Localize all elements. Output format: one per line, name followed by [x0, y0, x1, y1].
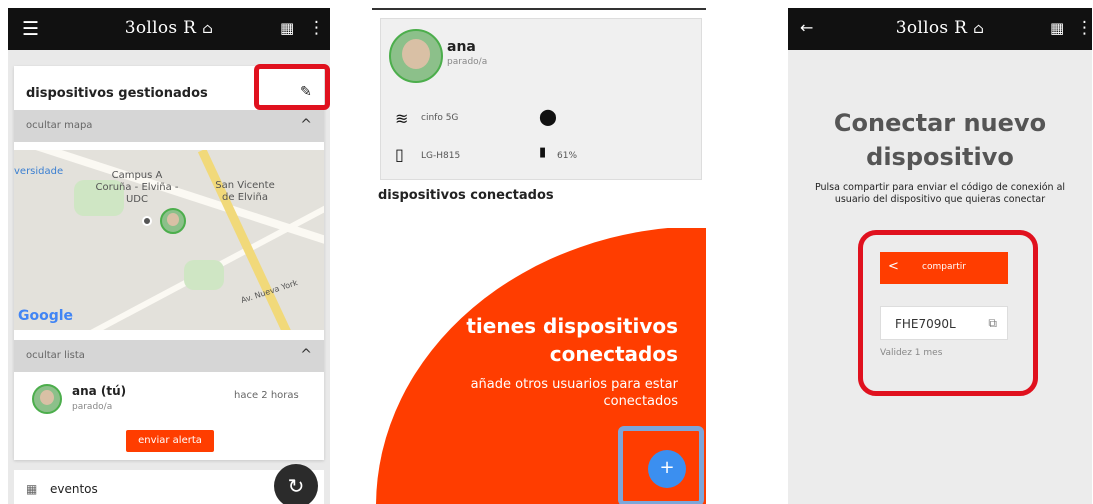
home-icon[interactable]: ⌂	[202, 21, 213, 37]
map-pin-icon	[142, 216, 152, 226]
calendar-icon: ▦	[26, 482, 38, 496]
empty-state-subtitle: añade otros usuarios para estar conectad…	[470, 377, 678, 409]
chevron-up-icon: ^	[300, 117, 312, 133]
app-title-text: 3ollos R	[895, 18, 968, 38]
avatar	[32, 384, 62, 414]
map-view[interactable]: versidade Campus A Coruña - Elviña - UDC…	[14, 150, 324, 330]
hide-map-label: ocultar mapa	[26, 120, 93, 131]
map-park	[184, 260, 224, 290]
calendar-icon[interactable]: ▦	[1050, 19, 1064, 37]
connect-description: Pulsa compartir para enviar el código de…	[814, 182, 1066, 205]
battery-icon: ▮	[539, 145, 547, 160]
list-item[interactable]: ana (tú) parado/a hace 2 horas	[14, 378, 324, 422]
location-pin-icon[interactable]: ⬤	[539, 107, 557, 126]
edit-highlight	[254, 64, 330, 110]
share-highlight	[858, 230, 1038, 396]
map-user-avatar[interactable]	[160, 208, 186, 234]
phone-icon: ▯	[395, 145, 404, 164]
person-status: parado/a	[72, 402, 113, 412]
managed-devices-card: dispositivos gestionados ✎ ocultar mapa …	[14, 66, 324, 460]
more-vert-icon[interactable]: ⋮	[308, 18, 325, 38]
home-icon[interactable]: ⌂	[973, 21, 984, 37]
refresh-icon[interactable]: ↻	[274, 464, 318, 504]
send-alert-button[interactable]: enviar alerta	[126, 430, 214, 452]
last-seen-time: hace 2 horas	[234, 390, 299, 401]
wifi-name: cinfo 5G	[421, 113, 459, 123]
app-bar: ← 3ollos R ⌂ ▦ ⋮	[788, 8, 1092, 50]
avatar[interactable]	[389, 29, 443, 83]
connected-devices-screen: ana parado/a ≋ cinfo 5G ⬤ ▯ LG-H815 ▮ 61…	[372, 8, 706, 504]
more-vert-icon[interactable]: ⋮	[1076, 18, 1092, 38]
map-label: Campus A Coruña - Elviña - UDC	[95, 170, 179, 205]
connect-device-screen: ← 3ollos R ⌂ ▦ ⋮ Conectar nuevo dispositi…	[788, 8, 1092, 504]
profile-name: ana	[447, 39, 476, 55]
app-title: 3ollos R ⌂	[788, 18, 1092, 38]
hide-list-label: ocultar lista	[26, 350, 85, 361]
google-logo: Google	[18, 308, 74, 324]
add-highlight	[618, 426, 704, 504]
page-title: Conectar nuevo dispositivo	[833, 109, 1047, 171]
profile-status: parado/a	[447, 57, 488, 67]
profile-card: ana parado/a ≋ cinfo 5G ⬤ ▯ LG-H815 ▮ 61…	[380, 18, 702, 180]
chevron-up-icon: ^	[300, 347, 312, 363]
events-label: eventos	[50, 482, 98, 496]
card-title: dispositivos gestionados	[26, 86, 208, 101]
empty-state-title: tienes dispositivos conectados	[466, 314, 678, 366]
hide-list-bar[interactable]: ocultar lista ^	[14, 340, 324, 372]
device-model: LG-H815	[421, 151, 461, 161]
person-name: ana (tú)	[72, 384, 127, 398]
app-title-text: 3ollos R	[124, 18, 197, 38]
connected-devices-title: dispositivos conectados	[378, 188, 554, 203]
hide-map-bar[interactable]: ocultar mapa ^	[14, 110, 324, 142]
map-label: versidade	[14, 166, 64, 177]
map-label: San Vicente de Elviña	[215, 180, 275, 203]
app-bar: ☰ 3ollos R ⌂ ▦ ⋮	[8, 8, 330, 50]
wifi-icon: ≋	[395, 109, 409, 128]
managed-devices-screen: ☰ 3ollos R ⌂ ▦ ⋮ dispositivos gestionados…	[8, 8, 330, 504]
calendar-icon[interactable]: ▦	[280, 19, 294, 37]
battery-level: 61%	[557, 151, 578, 161]
